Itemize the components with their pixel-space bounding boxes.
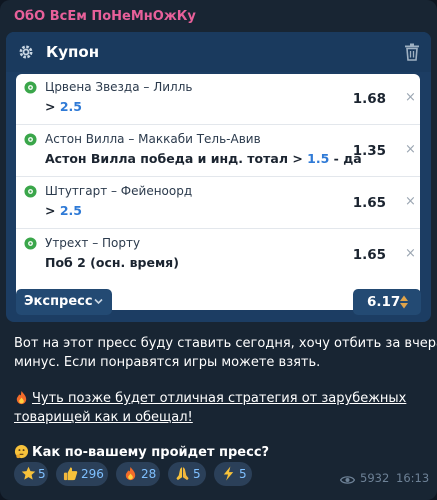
- channel-name[interactable]: ОбО ВсЕм ПоНеМнОжКу: [14, 9, 196, 24]
- reaction-lightning[interactable]: 5: [214, 462, 252, 486]
- bet-pick: Астон Вилла победа и инд. тотал > 1.5 - …: [45, 151, 362, 166]
- thumbs-up-icon: [63, 467, 78, 481]
- reaction-thumbs-up[interactable]: 296: [56, 462, 108, 486]
- bet-item[interactable]: Црвена Звезда – Лилль > 2.5 1.68 ×: [16, 74, 420, 125]
- bet-item[interactable]: Утрехт – Порту Поб 2 (осн. время) 1.65 ×: [16, 230, 420, 281]
- reaction-count: 5: [193, 467, 201, 481]
- message-line: Как по-вашему пройдет пресс?: [14, 443, 269, 462]
- message-link[interactable]: Чуть позже будет отличная стратегия от з…: [32, 391, 406, 406]
- bet-odds: 1.65: [352, 247, 386, 263]
- remove-bet-icon[interactable]: ×: [405, 247, 416, 261]
- bet-odds: 1.65: [352, 195, 386, 211]
- message-line: Вот на этот пресс буду ставить сегодня, …: [14, 336, 437, 351]
- reaction-count: 296: [81, 467, 104, 481]
- view-count: 5932: [360, 471, 390, 485]
- bet-pick: > 2.5: [45, 203, 82, 218]
- reaction-praying-hands[interactable]: 5: [168, 462, 206, 486]
- message-line: Чуть позже будет отличная стратегия от з…: [14, 389, 406, 408]
- message-line: минус. Если понравятся игры можете взять…: [14, 355, 321, 370]
- bet-mode-label: Экспресс: [24, 294, 93, 309]
- football-icon: [24, 81, 37, 94]
- fire-icon: [16, 390, 27, 405]
- bet-pick: > 2.5: [45, 99, 82, 114]
- trash-icon[interactable]: [404, 43, 420, 61]
- message-time: 16:13: [396, 471, 430, 485]
- total-odds: 6.17: [353, 289, 421, 315]
- bet-odds: 1.35: [352, 143, 386, 159]
- bet-mode-select[interactable]: Экспресс: [16, 289, 112, 315]
- reaction-count: 28: [141, 467, 157, 481]
- message-link[interactable]: товарищей как и обещал!: [14, 408, 193, 427]
- gear-icon[interactable]: [18, 44, 34, 60]
- bet-teams: Астон Вилла – Маккаби Тель-Авив: [45, 132, 261, 146]
- odds-change-icon: [400, 295, 408, 309]
- eye-icon: [340, 476, 355, 484]
- bet-teams: Утрехт – Порту: [45, 236, 141, 250]
- football-icon: [24, 237, 37, 250]
- star-icon: [21, 466, 36, 480]
- bet-teams: Штутгарт – Фейеноорд: [45, 184, 193, 198]
- football-icon: [24, 185, 37, 198]
- reaction-count: 5: [38, 467, 46, 481]
- remove-bet-icon[interactable]: ×: [405, 195, 416, 209]
- bets-list: Црвена Звезда – Лилль > 2.5 1.68 × Астон…: [16, 74, 420, 310]
- fire-icon: [125, 466, 136, 481]
- bet-teams: Црвена Звезда – Лилль: [45, 80, 193, 94]
- bet-item[interactable]: Штутгарт – Фейеноорд > 2.5 1.65 ×: [16, 178, 420, 229]
- reaction-count: 5: [239, 467, 247, 481]
- remove-bet-icon[interactable]: ×: [405, 143, 416, 157]
- chevron-down-icon: [94, 298, 103, 305]
- reaction-star[interactable]: 5: [14, 462, 48, 486]
- lightning-icon: [223, 466, 234, 481]
- praying-hands-icon: [176, 466, 189, 481]
- coupon-card: Купон Црвена Звезда – Лилль > 2.5 1.68 ×…: [6, 32, 431, 322]
- coupon-header: Купон: [6, 32, 431, 72]
- bet-odds: 1.68: [352, 91, 386, 107]
- reaction-fire[interactable]: 28: [116, 462, 160, 486]
- coupon-title: Купон: [46, 43, 100, 61]
- football-icon: [24, 133, 37, 146]
- channel-message: ОбО ВсЕм ПоНеМнОжКу Купон Црвена Звезда …: [0, 0, 437, 500]
- message-question: Как по-вашему пройдет пресс?: [32, 445, 270, 460]
- bet-pick: Поб 2 (осн. время): [45, 255, 179, 270]
- remove-bet-icon[interactable]: ×: [405, 91, 416, 105]
- total-odds-value: 6.17: [367, 294, 401, 310]
- bet-item[interactable]: Астон Вилла – Маккаби Тель-Авив Астон Ви…: [16, 126, 420, 177]
- thinking-face-icon: [14, 444, 29, 459]
